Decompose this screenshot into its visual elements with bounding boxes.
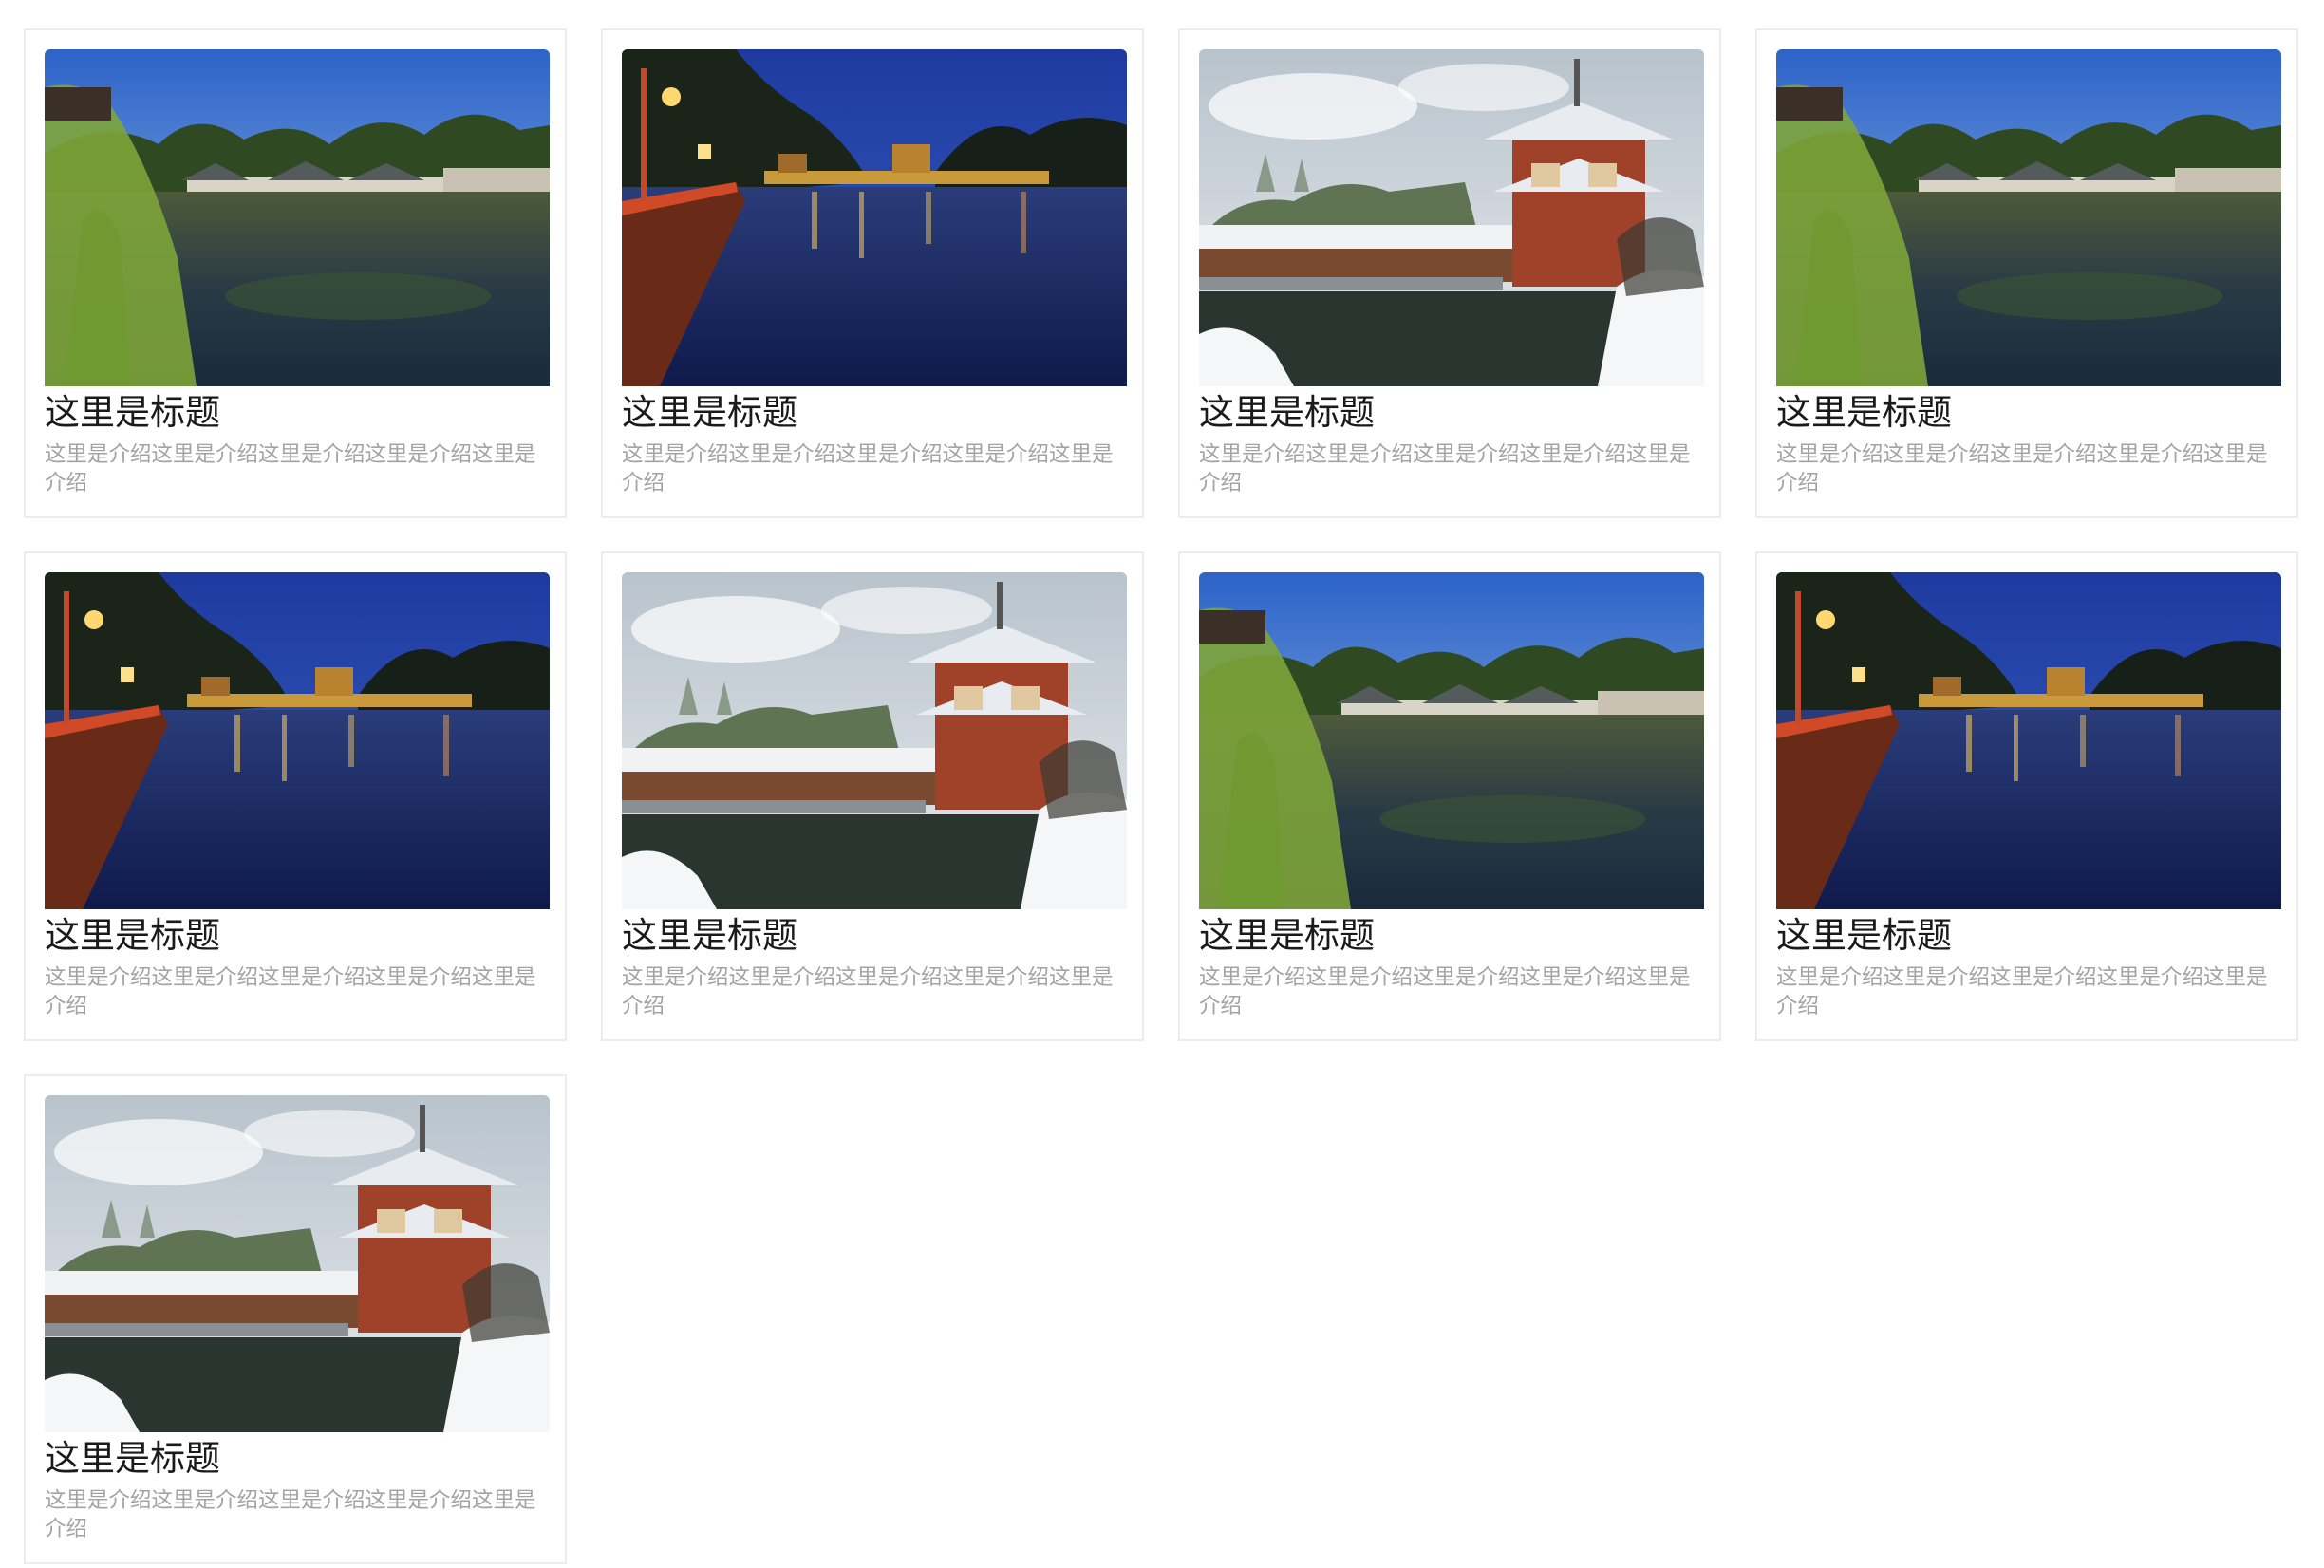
card-title[interactable]: 这里是标题 bbox=[1199, 389, 1375, 437]
card-grid: 这里是标题 这里是介绍这里是介绍这里是介绍这里是介绍这里是介绍 这里是标题 这里… bbox=[0, 0, 2324, 1568]
card-description: 这里是介绍这里是介绍这里是介绍这里是介绍这里是介绍 bbox=[45, 1488, 536, 1541]
card-item[interactable]: 这里是标题 这里是介绍这里是介绍这里是介绍这里是介绍这里是介绍 bbox=[1755, 551, 2298, 1041]
card-item[interactable]: 这里是标题 这里是介绍这里是介绍这里是介绍这里是介绍这里是介绍 bbox=[1178, 28, 1721, 518]
card-image[interactable] bbox=[45, 49, 550, 386]
card-image[interactable] bbox=[45, 572, 550, 909]
card-image[interactable] bbox=[1199, 49, 1704, 386]
card-image[interactable] bbox=[1776, 572, 2281, 909]
card-title[interactable]: 这里是标题 bbox=[622, 912, 797, 960]
card-item[interactable]: 这里是标题 这里是介绍这里是介绍这里是介绍这里是介绍这里是介绍 bbox=[1755, 28, 2298, 518]
card-item[interactable]: 这里是标题 这里是介绍这里是介绍这里是介绍这里是介绍这里是介绍 bbox=[1178, 551, 1721, 1041]
card-title[interactable]: 这里是标题 bbox=[45, 1435, 220, 1483]
card-title[interactable]: 这里是标题 bbox=[45, 912, 220, 960]
card-title[interactable]: 这里是标题 bbox=[45, 389, 220, 437]
card-description: 这里是介绍这里是介绍这里是介绍这里是介绍这里是介绍 bbox=[1776, 965, 2268, 1018]
card-image[interactable] bbox=[1199, 572, 1704, 909]
card-description: 这里是介绍这里是介绍这里是介绍这里是介绍这里是介绍 bbox=[1199, 442, 1691, 495]
card-title[interactable]: 这里是标题 bbox=[622, 389, 797, 437]
card-title[interactable]: 这里是标题 bbox=[1199, 912, 1375, 960]
card-title[interactable]: 这里是标题 bbox=[1776, 389, 1952, 437]
card-description: 这里是介绍这里是介绍这里是介绍这里是介绍这里是介绍 bbox=[1199, 965, 1691, 1018]
card-description: 这里是介绍这里是介绍这里是介绍这里是介绍这里是介绍 bbox=[622, 442, 1114, 495]
card-description: 这里是介绍这里是介绍这里是介绍这里是介绍这里是介绍 bbox=[622, 965, 1114, 1018]
card-item[interactable]: 这里是标题 这里是介绍这里是介绍这里是介绍这里是介绍这里是介绍 bbox=[24, 1074, 567, 1564]
card-description: 这里是介绍这里是介绍这里是介绍这里是介绍这里是介绍 bbox=[1776, 442, 2268, 495]
card-image[interactable] bbox=[45, 1095, 550, 1432]
card-item[interactable]: 这里是标题 这里是介绍这里是介绍这里是介绍这里是介绍这里是介绍 bbox=[601, 28, 1144, 518]
card-description: 这里是介绍这里是介绍这里是介绍这里是介绍这里是介绍 bbox=[45, 442, 536, 495]
card-item[interactable]: 这里是标题 这里是介绍这里是介绍这里是介绍这里是介绍这里是介绍 bbox=[24, 28, 567, 518]
card-image[interactable] bbox=[622, 49, 1127, 386]
card-description: 这里是介绍这里是介绍这里是介绍这里是介绍这里是介绍 bbox=[45, 965, 536, 1018]
card-item[interactable]: 这里是标题 这里是介绍这里是介绍这里是介绍这里是介绍这里是介绍 bbox=[601, 551, 1144, 1041]
card-title[interactable]: 这里是标题 bbox=[1776, 912, 1952, 960]
card-image[interactable] bbox=[1776, 49, 2281, 386]
card-image[interactable] bbox=[622, 572, 1127, 909]
card-item[interactable]: 这里是标题 这里是介绍这里是介绍这里是介绍这里是介绍这里是介绍 bbox=[24, 551, 567, 1041]
